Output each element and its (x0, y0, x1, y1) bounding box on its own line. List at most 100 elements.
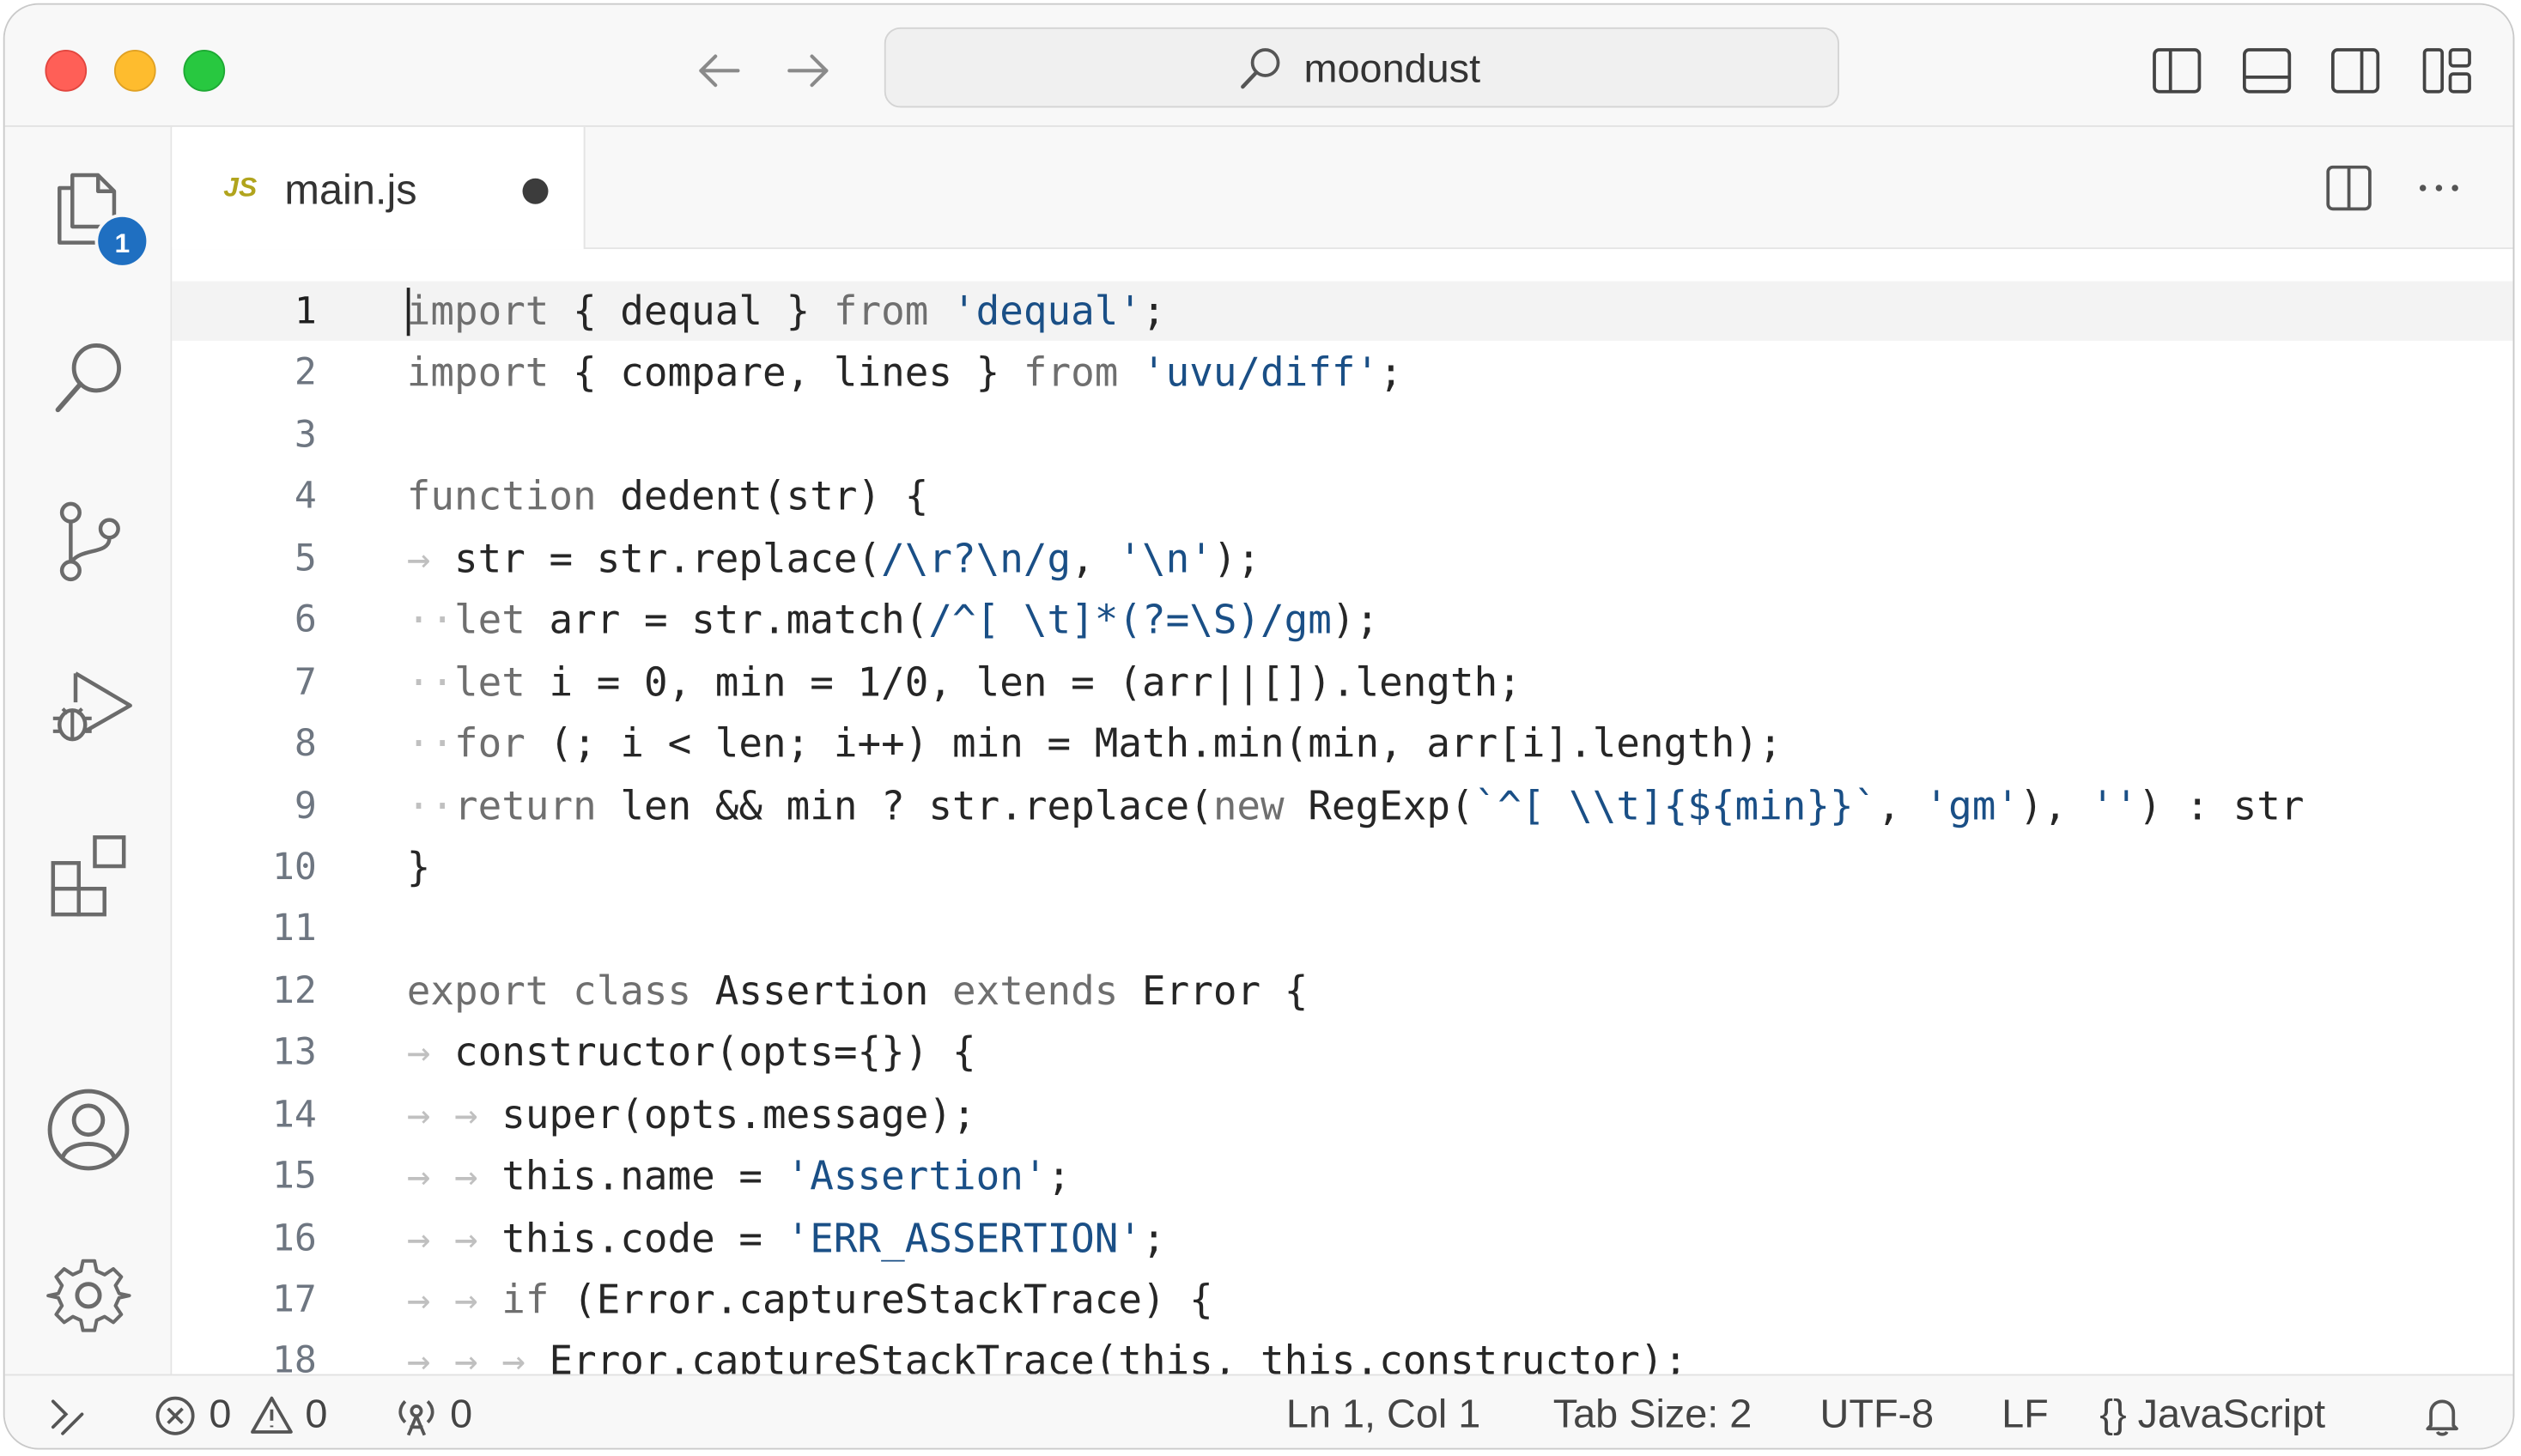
code-text: → → → Error.captureStackTrace(this, this… (407, 1332, 1687, 1374)
language-mode-selector[interactable]: {} JavaScript (2099, 1390, 2325, 1438)
workspace-title: moondust (1303, 46, 1481, 92)
close-window-button[interactable] (45, 50, 88, 92)
line-number: 15 (271, 1156, 317, 1198)
code-token: { dequal } (549, 288, 834, 335)
code-text: import { dequal } from 'dequal'; (407, 282, 1166, 343)
arrow-left-icon[interactable] (693, 46, 744, 94)
editor-window: moondust 1 JS main.js 1 import {dequal … (3, 3, 2515, 1450)
code-token: this.name = (501, 1152, 787, 1199)
line-number: 17 (271, 1279, 317, 1321)
arrow-right-icon[interactable] (783, 46, 835, 94)
whitespace-marker: → (406, 534, 454, 582)
code-text: } (407, 837, 431, 898)
whitespace-marker: ·· (406, 596, 454, 644)
unsaved-changes-dot-icon[interactable] (522, 178, 549, 204)
whitespace-marker: → → → (406, 1338, 550, 1374)
eol-selector[interactable]: LF (2002, 1390, 2049, 1438)
code-text: → str = str.replace(/\r?\n/g, '\n'); (407, 528, 1260, 589)
code-text: import { compare, lines } from 'uvu/diff… (407, 343, 1403, 404)
line-number: 10 (271, 846, 317, 889)
tab-label: main.js (284, 165, 417, 214)
code-token: constructor(opts={}) { (453, 1028, 976, 1076)
code-token: ; (1379, 349, 1403, 397)
line-number: 9 (294, 785, 317, 828)
code-editor[interactable]: 1 import { dequal } from 'dequal'; 2 import… (172, 249, 2513, 1374)
source-control-icon[interactable] (44, 494, 134, 584)
ports-indicator[interactable]: 0 (394, 1390, 472, 1438)
ports-count: 0 (450, 1392, 473, 1437)
whitespace-marker: ·· (406, 781, 454, 829)
code-token: str = str.replace( (453, 534, 882, 582)
line-number: 1 (294, 290, 317, 333)
line-number: 6 (294, 599, 317, 642)
string-token: '' (2090, 781, 2139, 829)
code-token: ) : str (2138, 781, 2305, 829)
line-number: 3 (294, 414, 317, 457)
string-token: /\r?\n/g (881, 534, 1072, 582)
toggle-panel-icon[interactable] (2239, 44, 2294, 99)
string-token: 'uvu/diff' (1118, 349, 1380, 397)
keyword-token: new (1212, 781, 1285, 829)
activity-bar: 1 (4, 126, 173, 1374)
tab-main-js[interactable]: JS main.js (172, 126, 586, 250)
code-text: → → this.name = 'Assertion'; (407, 1146, 1071, 1207)
remote-icon[interactable] (46, 1390, 88, 1438)
minimize-window-button[interactable] (113, 50, 156, 92)
code-token: RegExp( (1284, 781, 1474, 829)
code-token: Assertion (691, 967, 953, 1014)
code-token: ; (1141, 288, 1166, 335)
problems-indicator[interactable]: 0 0 (153, 1390, 327, 1438)
code-text: → → if (Error.captureStackTrace) { (407, 1270, 1213, 1331)
code-token: len && min ? str.replace( (596, 781, 1213, 829)
search-icon (1241, 48, 1280, 89)
code-text: → constructor(opts={}) { (407, 1022, 976, 1083)
keyword-token: class (549, 967, 692, 1014)
toggle-primary-sidebar-icon[interactable] (2149, 44, 2204, 99)
string-token: 'Assertion' (786, 1152, 1048, 1199)
code-token: (Error.captureStackTrace) { (549, 1276, 1213, 1323)
status-bar: 0 0 0 Ln 1, Col 1 Tab Size: 2 UTF-8 LF {… (4, 1374, 2513, 1448)
code-token: Error { (1118, 967, 1309, 1014)
code-token: , (1877, 781, 1925, 829)
command-center-search[interactable]: moondust (884, 27, 1840, 108)
more-actions-icon[interactable] (2410, 159, 2468, 216)
search-icon[interactable] (44, 330, 134, 420)
line-number: 4 (294, 476, 317, 519)
toggle-secondary-sidebar-icon[interactable] (2328, 44, 2383, 99)
tab-size-selector[interactable]: Tab Size: 2 (1553, 1390, 1753, 1438)
warning-icon (250, 1397, 293, 1435)
keyword-token: from (833, 288, 929, 335)
manage-gear-icon[interactable] (44, 1252, 134, 1342)
zoom-window-button[interactable] (183, 50, 226, 92)
string-token: 'dequal' (928, 288, 1142, 335)
run-debug-icon[interactable] (44, 660, 134, 750)
split-editor-icon[interactable] (2320, 159, 2378, 216)
encoding-selector[interactable]: UTF-8 (1820, 1390, 1935, 1438)
warning-count: 0 (305, 1392, 328, 1437)
error-icon (155, 1397, 195, 1436)
line-number: 11 (271, 908, 317, 951)
code-token: ); (1331, 596, 1380, 644)
accounts-icon[interactable] (44, 1085, 134, 1175)
keyword-token: let (453, 658, 525, 706)
line-number: 13 (271, 1032, 317, 1074)
string-token: `^[ \\t]{${min}}` (1473, 781, 1878, 829)
customize-layout-icon[interactable] (2420, 44, 2475, 99)
code-text: export class Assertion extends Error { (407, 961, 1309, 1022)
code-token: dedent(str) { (596, 472, 929, 520)
extensions-icon[interactable] (44, 828, 134, 918)
cursor-position[interactable]: Ln 1, Col 1 (1286, 1390, 1480, 1438)
line-number: 2 (294, 352, 317, 395)
whitespace-marker: ·· (406, 658, 454, 706)
code-token: ); (1212, 534, 1261, 582)
code-token: ), (2019, 781, 2091, 829)
title-bar: moondust (4, 4, 2513, 127)
code-text: → → super(opts.message); (407, 1084, 976, 1145)
code-token: arr = str.match( (525, 596, 929, 644)
text-cursor (406, 288, 410, 337)
notifications-bell-icon[interactable] (2420, 1390, 2464, 1438)
editor-tab-strip: JS main.js (172, 126, 2513, 250)
line-number: 12 (271, 970, 317, 1013)
code-text: ··let arr = str.match(/^[ \t]*(?=\S)/gm)… (407, 590, 1379, 651)
explorer-icon[interactable]: 1 (44, 162, 150, 269)
